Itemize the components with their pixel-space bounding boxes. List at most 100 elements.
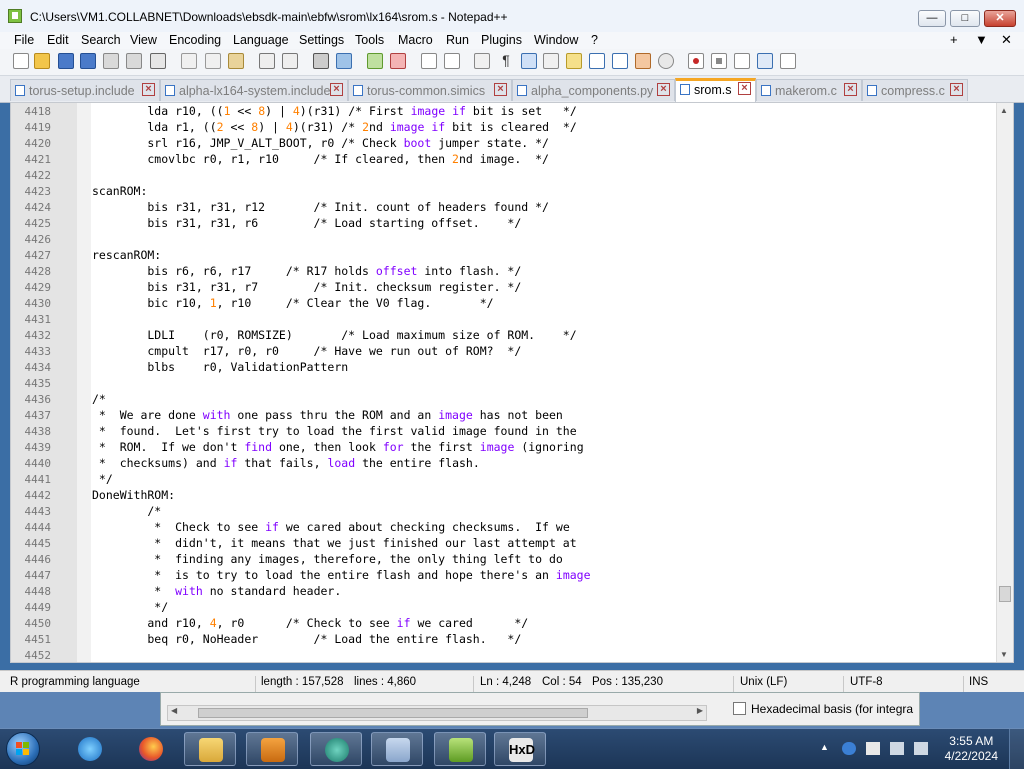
taskbar-internet-explorer[interactable] [64, 732, 116, 766]
code-line[interactable]: rescanROM: [92, 248, 161, 262]
menu-language[interactable]: Language [233, 33, 289, 47]
menu-run[interactable]: Run [446, 33, 469, 47]
code-line[interactable]: * We are done with one pass thru the ROM… [92, 408, 563, 422]
menu-edit[interactable]: Edit [47, 33, 69, 47]
udl-icon[interactable] [543, 53, 559, 69]
code-line[interactable]: and r10, 4, r0 /* Check to see if we car… [92, 616, 528, 630]
code-line[interactable]: bic r10, 1, r10 /* Clear the V0 flag. */ [92, 296, 493, 310]
code-line[interactable]: DoneWithROM: [92, 488, 175, 502]
code-editor[interactable]: 4418 4419 4420 4421 4422 4423 4424 4425 4426 4427… [10, 102, 1014, 663]
document-map-icon[interactable] [566, 53, 582, 69]
code-line[interactable]: /* [92, 504, 161, 518]
save-all-icon[interactable] [80, 53, 96, 69]
code-line[interactable]: lda r1, ((2 << 8) | 4)(r31) /* 2nd image… [92, 120, 576, 134]
word-wrap-icon[interactable] [474, 53, 490, 69]
taskbar-app-5[interactable] [310, 732, 362, 766]
taskbar-media-player[interactable] [246, 732, 298, 766]
vertical-scrollbar[interactable]: ▲ ▼ [996, 103, 1013, 662]
close-tab-icon[interactable]: × [657, 83, 670, 96]
document-list-icon[interactable] [589, 53, 605, 69]
scroll-down-icon[interactable]: ▼ [1000, 650, 1008, 659]
menu-search[interactable]: Search [81, 33, 121, 47]
minimize-button[interactable]: — [918, 10, 946, 27]
code-line[interactable]: * finding any images, therefore, the onl… [92, 552, 563, 566]
tab-makerom-c[interactable]: makerom.c × [756, 79, 862, 101]
code-line[interactable]: beq r0, NoHeader /* Load the entire flas… [92, 632, 521, 646]
code-line[interactable]: */ [92, 472, 113, 486]
code-line[interactable]: cmpult r17, r0, r0 /* Have we run out of… [92, 344, 521, 358]
code-line[interactable]: /* [92, 392, 106, 406]
menu-tools[interactable]: Tools [355, 33, 384, 47]
taskbar-notepad-plus-plus[interactable] [434, 732, 486, 766]
cut-icon[interactable] [181, 53, 197, 69]
function-list-icon[interactable] [612, 53, 628, 69]
taskbar-app-6[interactable] [371, 732, 423, 766]
code-line[interactable]: bis r31, r31, r12 /* Init. count of head… [92, 200, 549, 214]
tab-torus-common[interactable]: torus-common.simics × [348, 79, 512, 101]
menu-file[interactable]: File [14, 33, 34, 47]
code-line[interactable]: * is to try to load the entire flash and… [92, 568, 590, 582]
code-line[interactable]: * checksums) and if that fails, load the… [92, 456, 480, 470]
menu-macro[interactable]: Macro [398, 33, 433, 47]
code-line[interactable]: * with no standard header. [92, 584, 341, 598]
code-line[interactable]: srl r16, JMP_V_ALT_BOOT, r0 /* Check boo… [92, 136, 549, 150]
code-line[interactable]: * ROM. If we don't find one, then look f… [92, 440, 584, 454]
code-line[interactable]: * didn't, it means that we just finished… [92, 536, 576, 550]
indent-guide-icon[interactable] [521, 53, 537, 69]
monitoring-icon[interactable] [658, 53, 674, 69]
code-line[interactable]: LDLI (r0, ROMSIZE) /* Load maximum size … [92, 328, 576, 342]
status-insert-mode[interactable]: INS [969, 676, 988, 688]
scroll-up-icon[interactable]: ▲ [1000, 106, 1008, 115]
save-icon[interactable] [58, 53, 74, 69]
stop-recording-icon[interactable] [711, 53, 727, 69]
menu-view[interactable]: View [130, 33, 157, 47]
sync-horizontal-icon[interactable] [444, 53, 460, 69]
taskbar-hxd[interactable]: HxD [494, 732, 546, 766]
network-icon[interactable] [890, 742, 904, 755]
show-desktop-button[interactable] [1009, 729, 1024, 769]
scroll-left-icon[interactable]: ◀ [171, 706, 177, 715]
show-all-characters-icon[interactable]: ¶ [498, 53, 514, 69]
tab-compress-c[interactable]: compress.c × [862, 79, 968, 101]
menu-help[interactable]: ? [591, 33, 598, 47]
folder-as-workspace-icon[interactable] [635, 53, 651, 69]
tab-torus-setup[interactable]: torus-setup.include × [10, 79, 160, 101]
taskbar-file-explorer[interactable] [184, 732, 236, 766]
copy-icon[interactable] [205, 53, 221, 69]
code-line[interactable]: * Check to see if we cared about checkin… [92, 520, 569, 534]
redo-icon[interactable] [282, 53, 298, 69]
scroll-thumb[interactable] [999, 586, 1011, 602]
replace-icon[interactable] [336, 53, 352, 69]
maximize-button[interactable]: □ [950, 10, 980, 27]
print-icon[interactable] [150, 53, 166, 69]
taskbar-firefox[interactable] [125, 732, 177, 766]
tray-expand-icon[interactable]: ▲ [820, 742, 834, 755]
zoom-in-icon[interactable] [367, 53, 383, 69]
status-eol[interactable]: Unix (LF) [740, 676, 787, 688]
close-tab-icon[interactable]: × [142, 83, 155, 96]
tray-network-app-icon[interactable] [842, 742, 856, 755]
playback-macro-icon[interactable] [734, 53, 750, 69]
code-line[interactable]: bis r6, r6, r17 /* R17 holds offset into… [92, 264, 521, 278]
record-macro-icon[interactable] [688, 53, 704, 69]
volume-icon[interactable] [914, 742, 928, 755]
tab-list-dropdown[interactable]: ▼ [975, 32, 988, 47]
menu-encoding[interactable]: Encoding [169, 33, 221, 47]
menu-plugins[interactable]: Plugins [481, 33, 522, 47]
code-line[interactable]: cmovlbc r0, r1, r10 /* If cleared, then … [92, 152, 549, 166]
tab-srom-s[interactable]: srom.s × [675, 78, 756, 102]
close-tab-icon[interactable]: × [844, 83, 857, 96]
close-file-icon[interactable] [103, 53, 119, 69]
tab-alpha-lx164-system[interactable]: alpha-lx164-system.include × [160, 79, 348, 101]
hexadecimal-basis-checkbox[interactable] [733, 702, 746, 715]
code-line[interactable]: */ [92, 600, 168, 614]
sync-vertical-icon[interactable] [421, 53, 437, 69]
close-tab-icon[interactable]: × [330, 83, 343, 96]
close-tab-icon[interactable]: × [950, 83, 963, 96]
title-bar[interactable]: C:\Users\VM1.COLLABNET\Downloads\ebsdk-m… [0, 0, 1024, 33]
save-macro-icon[interactable] [780, 53, 796, 69]
code-line[interactable]: bis r31, r31, r7 /* Init. checksum regis… [92, 280, 521, 294]
horizontal-scrollbar[interactable]: ◀ ▶ [167, 705, 707, 721]
close-button[interactable]: ✕ [984, 10, 1016, 27]
action-center-flag-icon[interactable] [866, 742, 880, 755]
